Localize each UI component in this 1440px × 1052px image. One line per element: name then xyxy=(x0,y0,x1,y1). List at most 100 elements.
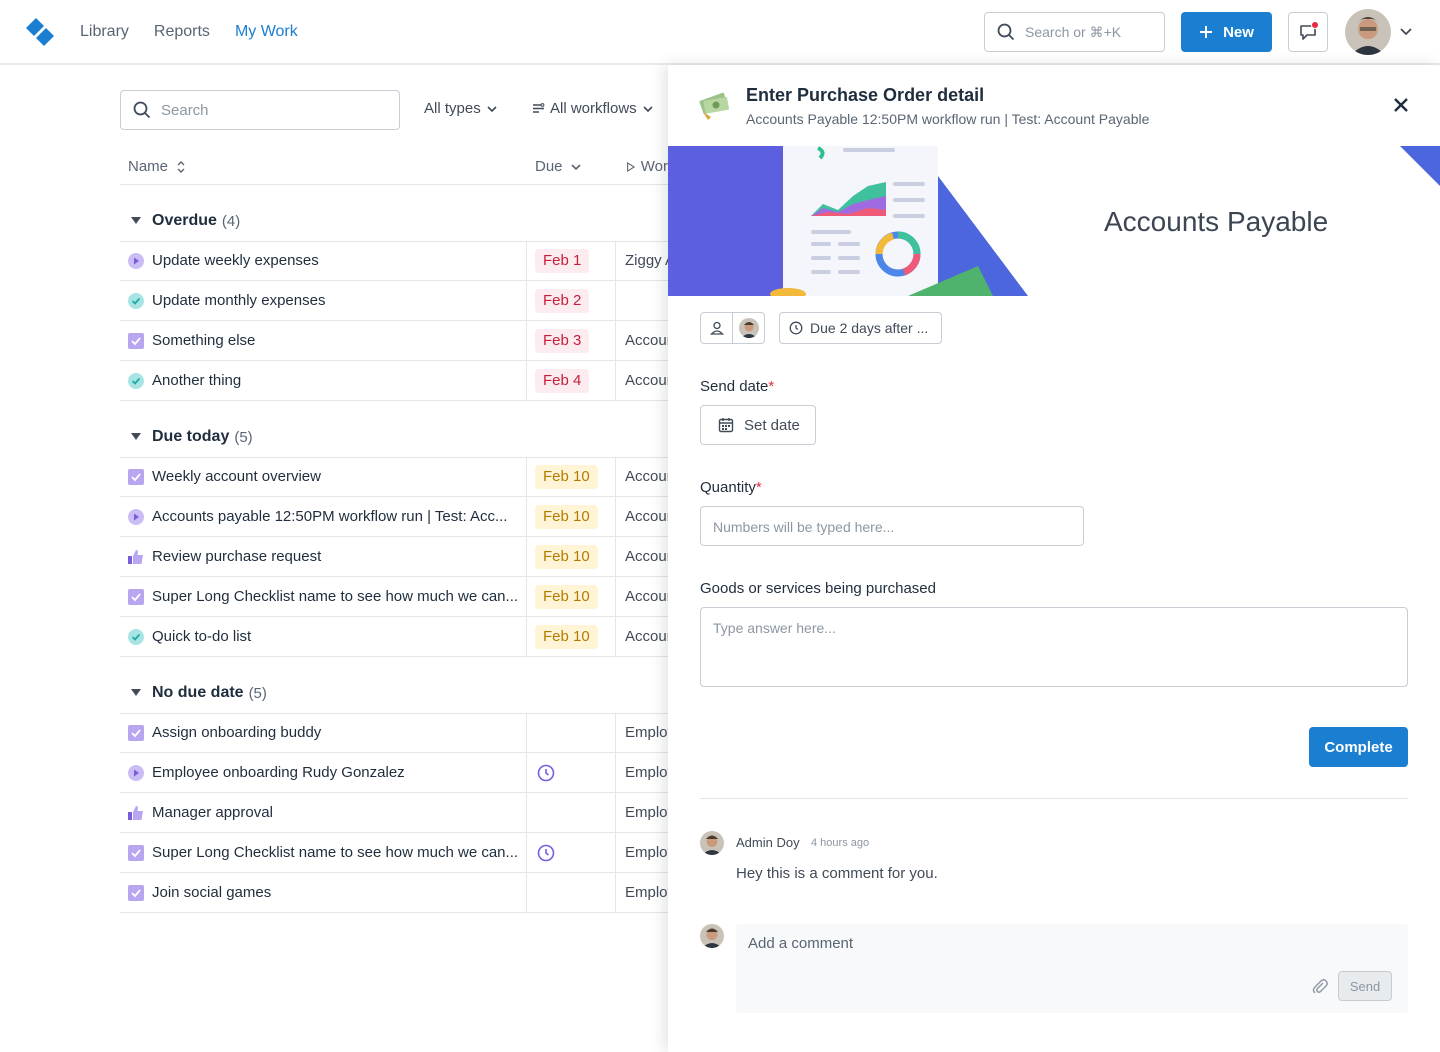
quantity-input[interactable]: Numbers will be typed here... xyxy=(700,506,1084,546)
task-row[interactable]: Quick to-do list Feb 10 Account xyxy=(120,617,668,657)
task-row[interactable]: Something else Feb 3 Account xyxy=(120,321,668,361)
column-due-label: Due xyxy=(535,158,563,175)
due-badge: Feb 2 xyxy=(535,289,590,313)
task-row[interactable]: Super Long Checklist name to see how muc… xyxy=(120,577,668,617)
column-header-due[interactable]: Due xyxy=(535,158,581,175)
due-cell: Feb 10 xyxy=(526,577,616,617)
task-row[interactable]: Review purchase request Feb 10 Account xyxy=(120,537,668,577)
clock-icon xyxy=(789,321,803,335)
column-header-name[interactable]: Name xyxy=(128,158,186,175)
checkbox-icon xyxy=(128,469,144,485)
nav-reports[interactable]: Reports xyxy=(154,23,210,41)
set-date-label: Set date xyxy=(744,416,800,434)
quantity-label-text: Quantity xyxy=(700,479,756,496)
task-row[interactable]: Super Long Checklist name to see how muc… xyxy=(120,833,668,873)
global-search-placeholder: Search or ⌘+K xyxy=(1025,23,1122,40)
checkbox-icon xyxy=(128,845,144,861)
column-header-workflow[interactable]: Wor xyxy=(626,158,668,175)
new-button-label: New xyxy=(1223,23,1254,41)
group-no-due-date[interactable]: No due date (5) xyxy=(120,673,668,713)
send-date-label: Send date* xyxy=(700,378,774,395)
play-circle-icon xyxy=(128,765,144,781)
comment-text: Hey this is a comment for you. xyxy=(736,865,938,882)
thumbs-up-icon xyxy=(128,805,144,821)
group-count: (5) xyxy=(248,684,267,702)
logo-icon[interactable] xyxy=(24,16,56,48)
quantity-label: Quantity* xyxy=(700,479,762,496)
clock-icon xyxy=(537,764,555,782)
group-overdue[interactable]: Overdue (4) xyxy=(120,201,668,241)
section-divider xyxy=(700,798,1408,799)
new-button[interactable]: New xyxy=(1181,12,1272,52)
close-icon[interactable] xyxy=(1392,96,1410,114)
chevron-down-icon[interactable] xyxy=(1398,24,1414,40)
task-name: Assign onboarding buddy xyxy=(152,724,322,741)
quantity-placeholder: Numbers will be typed here... xyxy=(713,519,895,535)
filter-workflows-dropdown[interactable]: All workflows xyxy=(532,100,654,117)
due-cell: Feb 4 xyxy=(526,361,616,401)
global-search-input[interactable]: Search or ⌘+K xyxy=(984,12,1165,52)
workflow-cell: Employ xyxy=(625,844,668,861)
task-row[interactable]: Employee onboarding Rudy Gonzalez Employ xyxy=(120,753,668,793)
group-title: No due date xyxy=(152,684,244,701)
assignee-avatar[interactable] xyxy=(732,313,764,343)
assign-user-button[interactable] xyxy=(701,313,732,343)
comment-timestamp: 4 hours ago xyxy=(811,837,870,849)
send-button[interactable]: Send xyxy=(1338,971,1392,1001)
task-row[interactable]: Join social games Employ xyxy=(120,873,668,913)
thumbs-up-icon xyxy=(128,549,144,565)
comments-button[interactable] xyxy=(1288,12,1328,52)
due-cell xyxy=(526,753,616,793)
user-avatar[interactable] xyxy=(1345,9,1391,55)
task-row[interactable]: Assign onboarding buddy Employ xyxy=(120,713,668,753)
caret-down-icon xyxy=(131,217,141,224)
assignees-chip[interactable] xyxy=(700,312,765,344)
task-row[interactable]: Update monthly expenses Feb 2 xyxy=(120,281,668,321)
complete-button[interactable]: Complete xyxy=(1309,727,1408,767)
workflow-cell: Employ xyxy=(625,764,668,781)
main-nav: Library Reports My Work xyxy=(80,0,298,64)
nav-my-work[interactable]: My Work xyxy=(235,23,298,41)
filter-types-dropdown[interactable]: All types xyxy=(424,100,498,117)
goods-placeholder: Type answer here... xyxy=(713,620,836,636)
header-divider xyxy=(120,184,668,185)
drawer-subtitle: Accounts Payable 12:50PM workflow run | … xyxy=(746,111,1150,127)
workflow-cell: Account xyxy=(625,628,668,645)
group-due-today[interactable]: Due today (5) xyxy=(120,417,668,457)
task-name: Review purchase request xyxy=(152,548,322,565)
list-search-input[interactable]: Search xyxy=(120,90,400,130)
workflow-cell: Account xyxy=(625,468,668,485)
check-circle-icon xyxy=(128,629,144,645)
paperclip-icon[interactable] xyxy=(1312,977,1328,995)
due-cell xyxy=(526,833,616,873)
comment-placeholder: Add a comment xyxy=(748,935,854,952)
due-cell xyxy=(526,873,616,913)
due-date-chip[interactable]: Due 2 days after ... xyxy=(779,312,942,344)
goods-label: Goods or services being purchased xyxy=(700,580,936,597)
task-row[interactable]: Accounts payable 12:50PM workflow run | … xyxy=(120,497,668,537)
task-row[interactable]: Another thing Feb 4 Account xyxy=(120,361,668,401)
caret-down-icon xyxy=(570,163,581,170)
workflow-cell: Employ xyxy=(625,804,668,821)
workflow-banner: Accounts Payable xyxy=(668,146,1440,296)
due-date-chip-label: Due 2 days after ... xyxy=(810,320,929,336)
task-name: Quick to-do list xyxy=(152,628,252,645)
nav-library[interactable]: Library xyxy=(80,23,129,41)
comment-author[interactable]: Admin Doy xyxy=(736,835,800,850)
comment-input[interactable]: Add a comment Send xyxy=(736,924,1408,1013)
due-badge: Feb 10 xyxy=(535,625,598,649)
goods-textarea[interactable]: Type answer here... xyxy=(700,607,1408,687)
check-circle-icon xyxy=(128,373,144,389)
due-cell xyxy=(526,713,616,753)
task-name: Super Long Checklist name to see how muc… xyxy=(152,844,519,861)
task-row[interactable]: Weekly account overview Feb 10 Account xyxy=(120,457,668,497)
filter-types-label: All types xyxy=(424,100,481,117)
clock-icon xyxy=(537,844,555,862)
set-date-button[interactable]: Set date xyxy=(700,405,816,445)
task-row[interactable]: Manager approval Employ xyxy=(120,793,668,833)
play-circle-icon xyxy=(128,509,144,525)
check-circle-icon xyxy=(128,293,144,309)
task-row[interactable]: Update weekly expenses Feb 1 Ziggy A xyxy=(120,241,668,281)
due-cell: Feb 10 xyxy=(526,457,616,497)
task-name: Weekly account overview xyxy=(152,468,321,485)
